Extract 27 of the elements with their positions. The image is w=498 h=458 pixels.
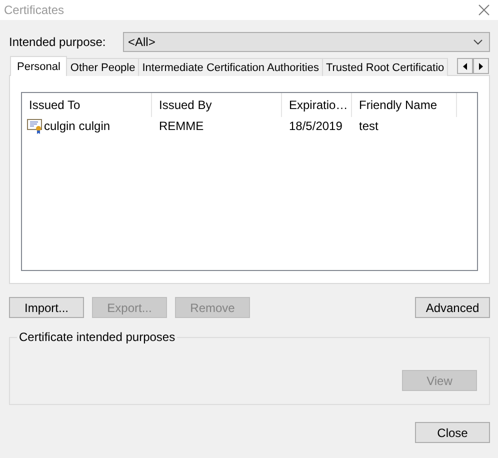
column-header[interactable]: Issued By [152,93,282,117]
scroll-right-button[interactable] [473,58,489,74]
chevron-icon [473,39,483,45]
advanced-button[interactable]: Advanced [415,297,490,318]
left-triangle-icon [463,62,467,70]
tab[interactable]: Intermediate Certification Authorities [138,58,323,76]
table-cell: culgin culgin [44,119,110,133]
tab[interactable]: Personal [10,56,68,76]
action-button[interactable]: Import... [9,297,84,318]
tab[interactable]: Other People [66,58,140,76]
tab[interactable]: Trusted Root Certificatio [322,58,448,76]
window-title: Certificates [4,3,64,17]
right-triangle-icon [479,62,483,70]
column-header[interactable]: Friendly Name [352,93,457,117]
certificate-row[interactable]: culgin culgin REMME 18/5/2019 test [22,117,477,135]
purpose-dropdown[interactable]: <All> [123,32,490,52]
scroll-left-button[interactable] [457,58,473,74]
close-button[interactable]: Close [415,422,490,443]
certificate-icon [27,118,43,134]
purpose-label: Intended purpose: [9,35,107,49]
column-header[interactable]: Issued To [22,93,152,117]
column-header[interactable]: Expiratio… [282,93,352,117]
table-cell: test [359,119,378,133]
group-title: Certificate intended purposes [17,330,178,344]
close-icon[interactable] [478,4,490,16]
table-cell: REMME [159,119,204,133]
table-cell: 18/5/2019 [289,119,342,133]
